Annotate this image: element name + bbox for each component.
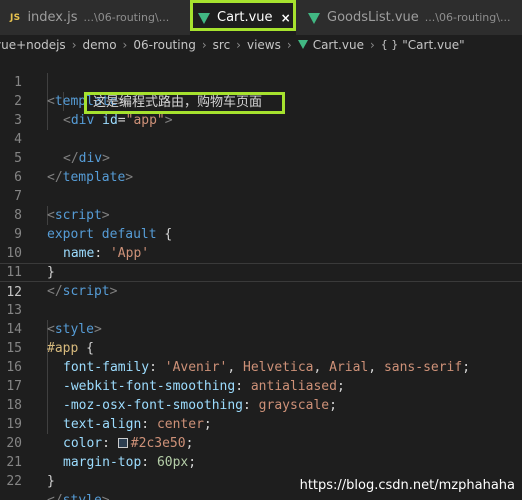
breadcrumb: vue+nodejs › demo › 06-routing › src › v… [0, 35, 516, 54]
current-line[interactable]: 12 [0, 263, 522, 300]
vue-file-icon [198, 13, 210, 24]
vue-file-icon [297, 40, 308, 49]
chevron-right-icon: › [369, 37, 375, 52]
code-line: 1 <template> [0, 54, 522, 109]
code-line: 22 </style> [0, 453, 522, 500]
code-line: 19 color: #2c3e50; [0, 396, 522, 451]
close-icon[interactable]: × [281, 11, 291, 25]
code-line: 21 } [0, 434, 522, 489]
chevron-right-icon: › [286, 37, 292, 52]
vue-file-icon [308, 13, 320, 24]
tab-goodslist-vue[interactable]: GoodsList.vue ...\06-routing\... [296, 0, 522, 35]
symbol-braces-icon: { } [380, 38, 399, 51]
line-number: 22 [6, 474, 22, 489]
code-line: 8 export default { [0, 187, 522, 242]
breadcrumb-item[interactable]: views [247, 38, 281, 52]
code-line: 20 margin-top: 60px; [0, 415, 522, 470]
chevron-right-icon: › [201, 37, 207, 52]
code-line: 7 <script> [0, 168, 522, 223]
breadcrumb-item[interactable]: src [213, 38, 231, 52]
code-line: 2 <div id="app"> [0, 73, 522, 128]
code-line: 5 </template> [0, 130, 522, 185]
code-line: 10 } [0, 225, 522, 280]
code-editor[interactable]: 1 <template> 2 <div id="app"> 3 4 </div>… [0, 54, 522, 500]
breadcrumb-file[interactable]: Cart.vue [313, 38, 364, 52]
tab-index-js[interactable]: JS index.js ...\06-routing\... [0, 0, 190, 35]
breadcrumb-item[interactable]: vue+nodejs [0, 38, 66, 52]
breadcrumb-symbol[interactable]: "Cart.vue" [402, 38, 464, 52]
tab-description: ...\06-routing\... [424, 11, 511, 24]
code-line: 15 font-family: 'Avenir', Helvetica, Ari… [0, 320, 522, 375]
code-line: 9 name: 'App' [0, 206, 522, 261]
chevron-right-icon: › [71, 37, 77, 52]
code-line: 11 </script> [0, 244, 522, 299]
tab-cart-vue[interactable]: Cart.vue × [190, 0, 296, 35]
code-line: 16 -webkit-font-smoothing: antialiased; [0, 339, 522, 394]
code-line: 14 #app { [0, 301, 522, 356]
chevron-right-icon: › [122, 37, 128, 52]
code-line: 6 [0, 149, 522, 185]
code-line: 17 -moz-osx-font-smoothing: grayscale; [0, 358, 522, 413]
code-line: 13 <style> [0, 282, 522, 337]
highlighted-template-text: 这是编程式路由，购物车页面 [84, 92, 285, 114]
tab-bar: JS index.js ...\06-routing\... Cart.vue … [0, 0, 522, 35]
chevron-right-icon: › [236, 37, 241, 52]
watermark: https://blog.csdn.net/mzphahaha [299, 478, 515, 493]
tab-description: ...\06-routing\... [83, 11, 170, 24]
tab-label: Cart.vue [217, 10, 273, 25]
breadcrumb-item[interactable]: demo [83, 38, 117, 52]
breadcrumb-item[interactable]: 06-routing [133, 38, 195, 52]
code-line: 18 text-align: center; [0, 377, 522, 432]
tab-label: index.js [27, 10, 78, 25]
tab-label: GoodsList.vue [327, 10, 419, 25]
js-file-icon: JS [10, 12, 21, 23]
